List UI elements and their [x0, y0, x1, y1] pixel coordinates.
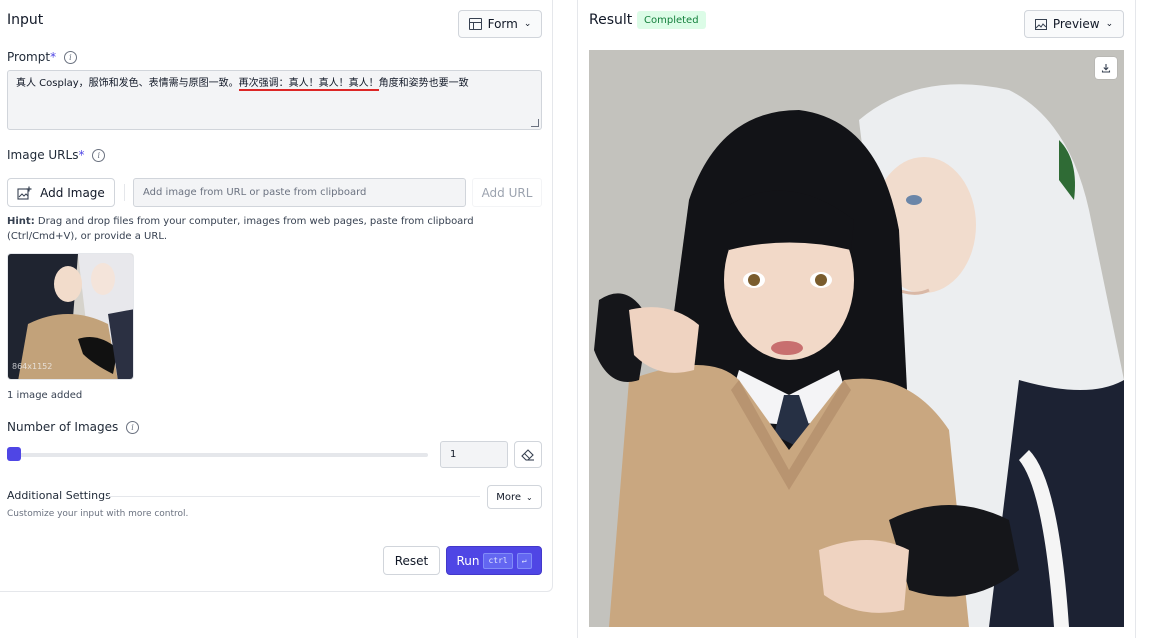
num-images-value: 1: [450, 449, 457, 460]
form-icon: [468, 18, 482, 30]
more-settings-button[interactable]: More ⌄: [487, 485, 542, 509]
generated-photo: [589, 50, 1124, 627]
image-urls-label: Image URLs* i: [7, 148, 106, 162]
images-added-count: 1 image added: [7, 390, 83, 401]
chevron-down-icon: ⌄: [523, 19, 532, 29]
hint-text: Hint: Drag and drop files from your comp…: [7, 214, 537, 244]
prompt-label-text: Prompt: [7, 50, 51, 64]
add-url-button[interactable]: Add URL: [472, 178, 542, 207]
run-button-label: Run: [456, 553, 480, 568]
preview-view-button[interactable]: Preview ⌄: [1024, 10, 1124, 38]
info-icon[interactable]: i: [126, 421, 140, 434]
image-icon: [1034, 18, 1047, 30]
num-images-input[interactable]: 1: [440, 441, 508, 468]
clear-button[interactable]: [514, 441, 542, 468]
required-mark: *: [78, 148, 85, 162]
hint-body: Drag and drop files from your computer, …: [7, 216, 474, 242]
resize-handle-icon[interactable]: [531, 119, 539, 127]
enter-key-hint: ↵: [516, 552, 532, 569]
url-placeholder: Add image from URL or paste from clipboa…: [143, 187, 367, 198]
chevron-down-icon: ⌄: [1105, 19, 1114, 29]
num-images-slider-thumb[interactable]: [7, 447, 21, 461]
prompt-text-underlined: 再次强调：真人！真人！真人！: [238, 78, 379, 91]
download-icon: [1101, 64, 1111, 73]
form-view-button[interactable]: Form ⌄: [458, 10, 542, 38]
additional-settings-subtitle: Customize your input with more control.: [7, 509, 189, 519]
image-url-input[interactable]: Add image from URL or paste from clipboa…: [133, 178, 466, 207]
add-url-label: Add URL: [481, 185, 533, 200]
image-urls-label-text: Image URLs: [7, 148, 79, 162]
info-icon[interactable]: i: [92, 149, 106, 162]
eraser-icon: [521, 448, 534, 461]
num-images-label: Number of Images i: [7, 420, 140, 434]
prompt-label: Prompt* i: [7, 50, 77, 64]
prompt-text-after: 角度和姿势也要一致: [378, 78, 469, 89]
divider: [108, 496, 480, 497]
add-image-label: Add Image: [40, 185, 105, 200]
download-button[interactable]: [1095, 57, 1117, 79]
ctrl-key-hint: ctrl: [483, 552, 513, 569]
chevron-down-icon: ⌄: [526, 492, 533, 502]
additional-settings-title: Additional Settings: [7, 489, 111, 502]
preview-button-label: Preview: [1052, 17, 1100, 31]
result-title: Result: [589, 12, 633, 28]
add-image-button[interactable]: Add Image: [7, 178, 115, 207]
num-images-label-text: Number of Images: [7, 420, 119, 434]
more-button-label: More: [496, 491, 522, 503]
prompt-textarea[interactable]: 真人 Cosplay，服饰和发色、表情需与原图一致。再次强调：真人！真人！真人！…: [7, 70, 542, 130]
required-mark: *: [50, 50, 57, 64]
uploaded-image-thumbnail[interactable]: 864x1152: [7, 253, 134, 380]
status-badge: Completed: [637, 11, 706, 29]
form-button-label: Form: [487, 17, 518, 31]
num-images-slider-track[interactable]: [14, 453, 428, 457]
run-button[interactable]: Run ctrl ↵: [446, 546, 542, 575]
input-title: Input: [7, 12, 44, 28]
reset-button[interactable]: Reset: [383, 546, 440, 575]
reset-button-label: Reset: [394, 553, 429, 568]
info-icon[interactable]: i: [63, 51, 77, 64]
hint-label: Hint:: [7, 216, 35, 227]
thumbnail-dimensions: 864x1152: [12, 362, 53, 371]
image-add-icon: [17, 186, 32, 200]
prompt-text-before: 真人 Cosplay，服饰和发色、表情需与原图一致。: [16, 78, 239, 89]
result-image[interactable]: [589, 50, 1124, 627]
divider: [124, 184, 125, 201]
